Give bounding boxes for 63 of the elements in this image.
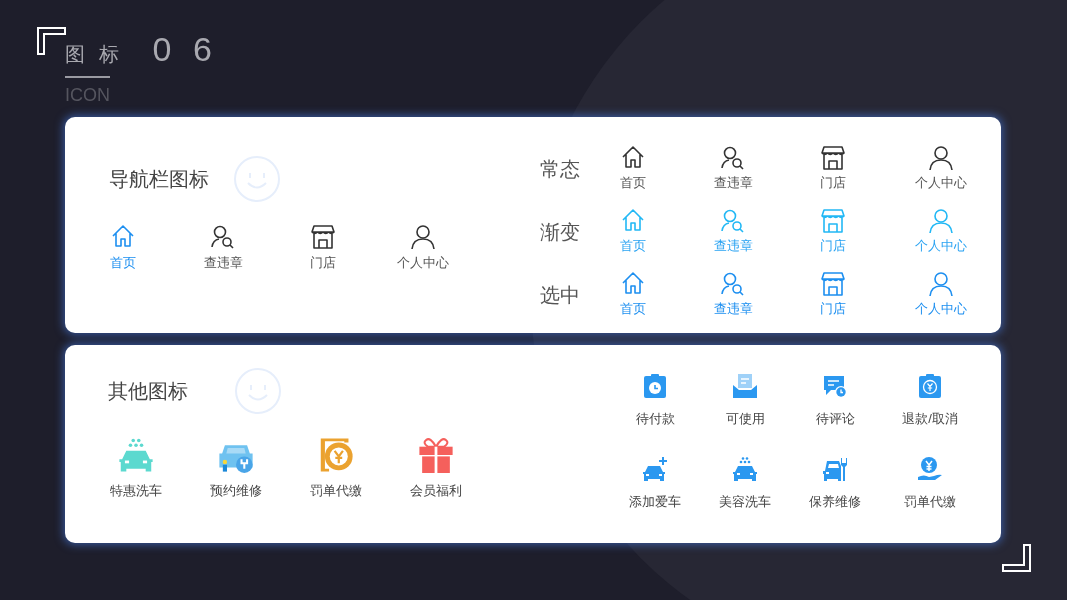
person-icon <box>927 207 954 234</box>
inbox-icon <box>732 373 758 399</box>
section-title: 其他图标 <box>108 379 188 404</box>
icon-label: 查违章 <box>713 236 753 255</box>
person-search-icon <box>210 224 236 250</box>
icon-label: 个人中心 <box>914 299 967 318</box>
tab-item[interactable]: 查违章 <box>173 224 273 273</box>
home-icon <box>620 144 646 171</box>
car-wash-icon <box>732 456 758 482</box>
tab-item[interactable]: 个人中心 <box>373 224 473 273</box>
icon-label: 特惠洗车 <box>110 482 162 500</box>
icon-label: 添加爱车 <box>629 493 681 511</box>
person-icon <box>927 270 954 297</box>
person-search-icon <box>720 144 746 171</box>
corner-bracket-icon <box>37 27 66 55</box>
icon-label: 查违章 <box>713 299 753 318</box>
store-icon <box>820 270 846 297</box>
icon-label: 首页 <box>620 236 646 255</box>
tab-item[interactable]: 门店 <box>273 224 373 273</box>
icon-label: 查违章 <box>713 173 753 192</box>
home-icon <box>620 207 646 234</box>
icon-label: 保养维修 <box>809 493 861 511</box>
state-label: 常态 <box>540 156 581 182</box>
state-label: 渐变 <box>540 219 581 245</box>
person-icon <box>410 224 436 250</box>
hand-coin-icon <box>917 456 943 482</box>
page-title: 图 标 <box>65 44 123 66</box>
icon-label: 预约维修 <box>210 482 262 500</box>
car-plus-icon <box>642 456 668 482</box>
icon-label: 待评论 <box>815 410 855 428</box>
icon-label: 退款/取消 <box>902 410 958 428</box>
icon-label: 罚单代缴 <box>904 493 956 511</box>
icon-label: 门店 <box>820 299 846 318</box>
home-icon <box>620 270 646 297</box>
corner-bracket-icon <box>1002 544 1031 572</box>
clipboard-yuan-icon <box>917 373 943 399</box>
icon-label: 个人中心 <box>914 236 967 255</box>
clipboard-clock-icon <box>642 373 668 399</box>
icon-label: 首页 <box>620 173 646 192</box>
icon-label: 会员福利 <box>410 482 462 500</box>
icon-label: 罚单代缴 <box>310 482 362 500</box>
icon-label: 门店 <box>820 236 846 255</box>
icon-label: 门店 <box>820 173 846 192</box>
icon-label: 个人中心 <box>914 173 967 192</box>
store-icon <box>820 144 846 171</box>
person-search-icon <box>720 207 746 234</box>
icon-label: 可使用 <box>725 410 765 428</box>
icon-label: 待付款 <box>635 410 675 428</box>
tab-item[interactable]: 首页 <box>73 224 173 273</box>
state-label: 选中 <box>540 282 581 308</box>
chat-clock-icon <box>822 373 848 399</box>
page-number: 0 6 <box>152 32 218 66</box>
home-icon <box>110 224 136 250</box>
icon-label: 美容洗车 <box>719 493 771 511</box>
store-icon <box>820 207 846 234</box>
section-title: 导航栏图标 <box>109 167 209 192</box>
icon-label: 首页 <box>620 299 646 318</box>
smiley-icon <box>234 367 282 415</box>
store-icon <box>310 224 336 250</box>
person-icon <box>927 144 954 171</box>
smiley-icon <box>233 155 281 203</box>
car-wrench-icon <box>822 456 848 482</box>
person-search-icon <box>720 270 746 297</box>
